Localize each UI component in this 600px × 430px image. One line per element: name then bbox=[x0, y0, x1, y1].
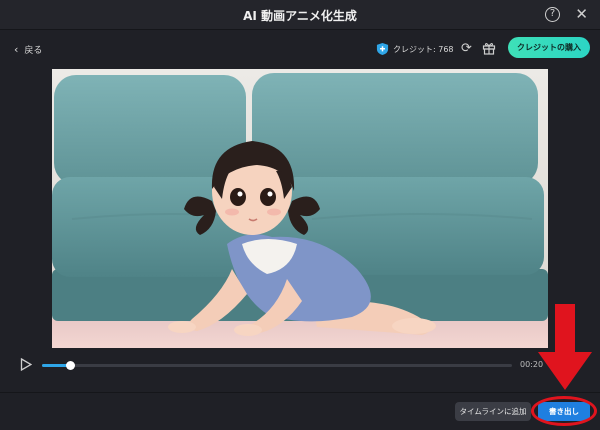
credit-shield-icon bbox=[376, 42, 389, 56]
back-button[interactable]: ‹ 戻る bbox=[14, 43, 42, 56]
title-bar: AI 動画アニメ化生成 ? ✕ bbox=[0, 0, 600, 30]
play-icon[interactable] bbox=[20, 358, 32, 371]
back-label: 戻る bbox=[24, 46, 43, 56]
gift-icon[interactable] bbox=[482, 41, 496, 55]
credit-label: クレジット: 768 bbox=[393, 44, 454, 54]
export-highlight-circle bbox=[531, 396, 597, 426]
down-arrow-annotation-icon bbox=[538, 304, 592, 390]
playback-timeline[interactable] bbox=[42, 364, 512, 367]
video-preview bbox=[52, 69, 548, 348]
credit-balance: クレジット: 768 bbox=[376, 42, 454, 56]
footer-divider bbox=[0, 392, 600, 393]
toolbar: ‹ 戻る クレジット: 768 ⟳ クレジットの購入 bbox=[0, 31, 600, 69]
window-title: AI 動画アニメ化生成 bbox=[243, 9, 357, 23]
refresh-icon[interactable]: ⟳ bbox=[461, 41, 472, 56]
playhead-handle[interactable] bbox=[65, 361, 75, 370]
anime-frame-illustration bbox=[52, 69, 548, 348]
add-to-timeline-button[interactable]: タイムラインに追加 bbox=[455, 402, 531, 421]
back-chevron-icon: ‹ bbox=[14, 43, 19, 56]
buy-credits-button[interactable]: クレジットの購入 bbox=[508, 37, 590, 58]
help-icon[interactable]: ? bbox=[545, 7, 560, 22]
close-icon[interactable]: ✕ bbox=[575, 5, 588, 23]
